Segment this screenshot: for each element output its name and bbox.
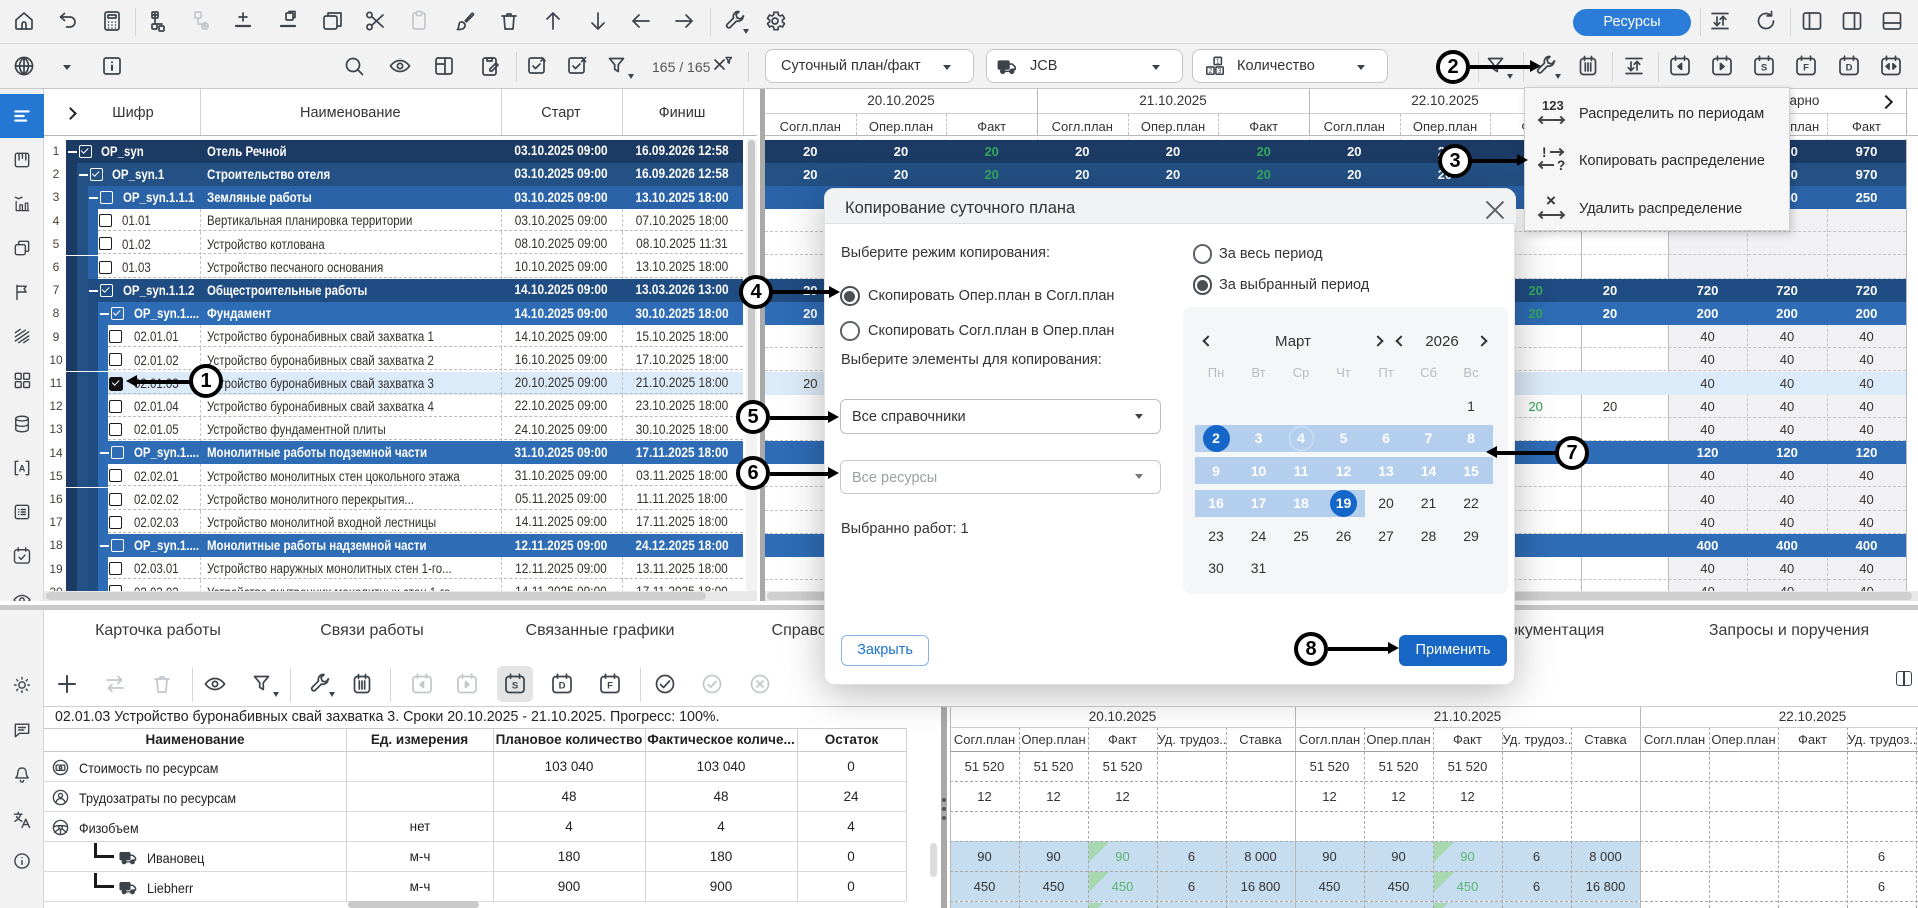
svg-text:S: S [512,680,518,691]
svg-text:F: F [1803,62,1809,73]
svg-text:A: A [19,463,26,473]
svg-text:D: D [559,680,566,691]
svg-text:2: 2 [1209,68,1213,75]
svg-text:F: F [607,680,613,691]
svg-text:S: S [1761,62,1767,73]
svg-text:3: 3 [1218,68,1222,75]
svg-text:D: D [1846,62,1853,73]
svg-text:1: 1 [1216,58,1220,65]
